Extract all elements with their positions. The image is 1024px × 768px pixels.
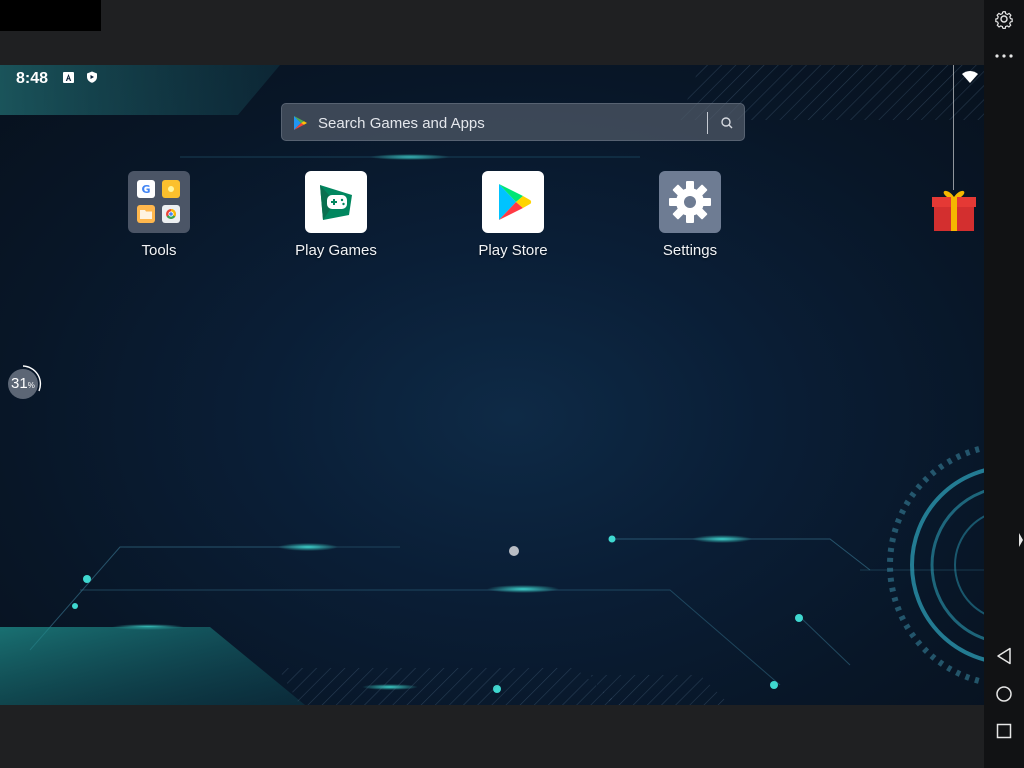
app-label-play-games: Play Games (295, 242, 377, 259)
expand-arrow-icon[interactable] (1018, 532, 1024, 548)
app-label-play-store: Play Store (478, 242, 548, 259)
search-bar[interactable]: Search Games and Apps (281, 103, 745, 141)
boost-widget[interactable]: 31% (4, 363, 44, 403)
tools-folder-icon: G (128, 171, 190, 233)
emulator-window: 8:48 Search Games and Apps G Tools Play … (0, 0, 1024, 768)
side-toolbar (984, 0, 1024, 768)
app-settings[interactable]: Settings (630, 171, 750, 259)
search-divider (707, 112, 708, 134)
clock: 8:48 (16, 70, 49, 87)
title-area (0, 0, 101, 31)
play-store-icon (482, 171, 544, 233)
back-icon[interactable] (984, 641, 1024, 671)
app-play-store[interactable]: Play Store (453, 171, 573, 259)
progress-value: 31% (11, 375, 35, 392)
more-icon[interactable] (984, 41, 1024, 71)
play-store-logo-icon (292, 115, 308, 136)
search-icon[interactable] (719, 115, 735, 131)
search-placeholder: Search Games and Apps (318, 115, 485, 132)
notification-a-icon (62, 71, 74, 83)
app-label-tools: Tools (141, 242, 177, 259)
bottom-bar (0, 705, 984, 768)
wallpaper (0, 65, 984, 705)
status-bar: 8:48 (0, 65, 984, 91)
shield-icon (86, 71, 98, 83)
wifi-icon (962, 70, 978, 84)
app-tools[interactable]: G Tools (99, 171, 219, 259)
recents-icon[interactable] (984, 716, 1024, 746)
home-icon[interactable] (984, 679, 1024, 709)
gift-icon[interactable] (929, 184, 979, 234)
svg-text:G: G (142, 183, 151, 195)
settings-gear-icon (659, 171, 721, 233)
app-label-settings: Settings (662, 242, 718, 259)
title-bar (0, 0, 984, 65)
play-games-icon (305, 171, 367, 233)
android-home-screen: 8:48 Search Games and Apps G Tools Play … (0, 65, 984, 705)
settings-icon[interactable] (984, 4, 1024, 34)
page-indicator (509, 546, 519, 556)
gift-string (953, 65, 954, 190)
app-play-games[interactable]: Play Games (276, 171, 396, 259)
